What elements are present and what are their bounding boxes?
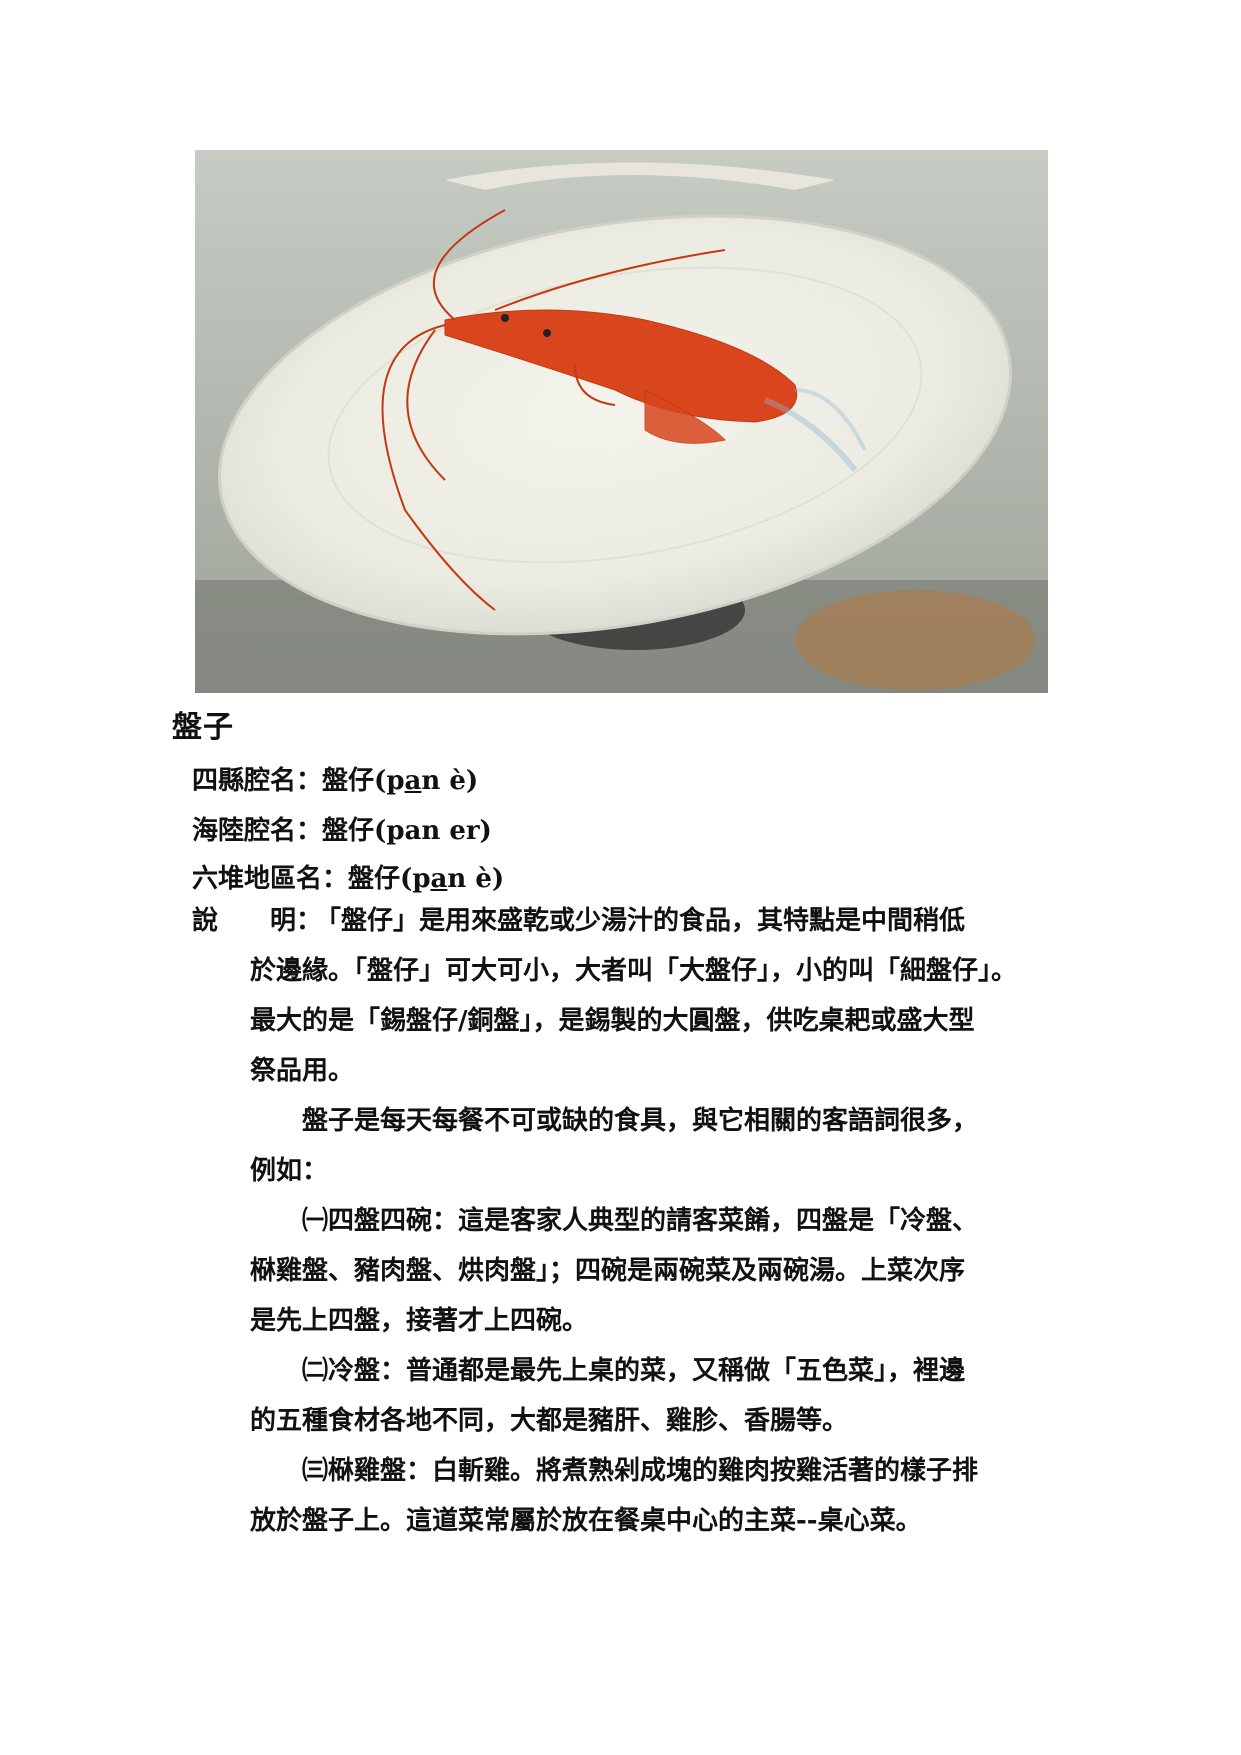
- name-sixian-pron-b: n è): [421, 766, 479, 796]
- item-3-line-2: 放於盤子上。這道菜常屬於放在餐桌中心的主菜--桌心菜。: [250, 1506, 922, 1536]
- name-hailu-pron: (pan er): [374, 816, 492, 846]
- name-liudui-label: 六堆地區名：: [192, 864, 349, 894]
- name-liudui-pron-u: a: [430, 864, 448, 894]
- item-1-line-3: 是先上四盤，接著才上四碗。: [250, 1306, 589, 1336]
- item-3-line-1: ㈢㮟雞盤：白斬雞。將煮熟剁成塊的雞肉按雞活著的樣子排: [250, 1456, 979, 1486]
- shrimp-plate-photo: [195, 150, 1048, 693]
- description-label: 說 明：: [192, 906, 323, 936]
- name-liudui-pron-a: (p: [400, 864, 431, 894]
- page-title: 盤子: [172, 710, 234, 745]
- name-sixian-pron-a: (p: [374, 766, 405, 796]
- name-hailu: 海陸腔名：盤仔(pan er): [192, 810, 492, 847]
- name-liudui-word: 盤仔: [348, 864, 401, 894]
- name-sixian-pron-u: a: [404, 766, 422, 796]
- name-liudui: 六堆地區名：盤仔(pan è): [192, 858, 504, 895]
- item-1-line-2: 㮟雞盤、豬肉盤、烘肉盤」；四碗是兩碗菜及兩碗湯。上菜次序: [250, 1256, 966, 1286]
- name-sixian-label: 四縣腔名：: [192, 766, 323, 796]
- name-hailu-label: 海陸腔名：: [192, 816, 323, 846]
- description-line-2: 於邊緣。「盤仔」可大可小，大者叫「大盤仔」，小的叫「細盤仔」。: [250, 956, 1018, 986]
- description-line-6: 例如：: [250, 1156, 329, 1186]
- item-2-line-1: ㈡冷盤：普通都是最先上桌的菜，又稱做「五色菜」，裡邊: [250, 1356, 966, 1386]
- name-hailu-word: 盤仔: [322, 816, 375, 846]
- item-1-line-1: ㈠四盤四碗：這是客家人典型的請客菜餚，四盤是「冷盤、: [250, 1206, 979, 1236]
- item-2-line-2: 的五種食材各地不同，大都是豬肝、雞胗、香腸等。: [250, 1406, 849, 1436]
- name-sixian: 四縣腔名：盤仔(pan è): [192, 760, 478, 797]
- description-line-1: 「盤仔」是用來盛乾或少湯汁的食品，其特點是中間稍低: [315, 906, 966, 936]
- name-sixian-word: 盤仔: [322, 766, 375, 796]
- plate-illustration: [195, 150, 1048, 693]
- description-line-3: 最大的是「錫盤仔/銅盤」，是錫製的大圓盤，供吃桌耙或盛大型: [250, 1006, 975, 1036]
- description-line-4: 祭品用。: [250, 1056, 355, 1086]
- description-line-5: 盤子是每天每餐不可或缺的食具，與它相關的客語詞很多，: [250, 1106, 979, 1136]
- name-liudui-pron-b: n è): [447, 864, 505, 894]
